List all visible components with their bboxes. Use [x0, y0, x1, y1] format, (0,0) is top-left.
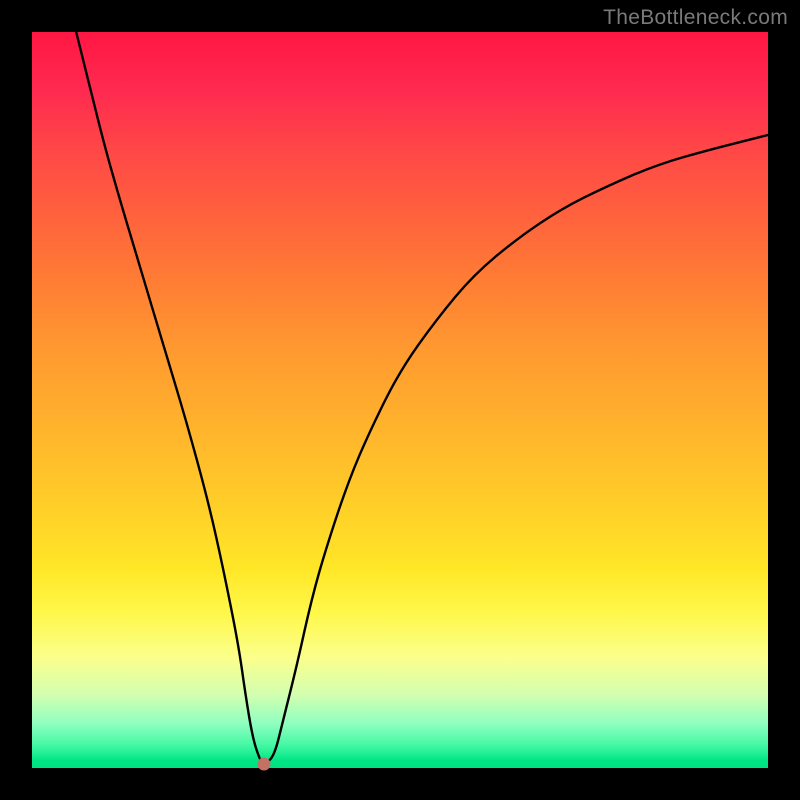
plot-area	[30, 30, 770, 770]
bottleneck-curve	[76, 32, 768, 764]
curve-svg	[32, 32, 768, 768]
minimum-marker	[257, 758, 270, 771]
chart-container: TheBottleneck.com	[0, 0, 800, 800]
watermark-text: TheBottleneck.com	[603, 6, 788, 30]
